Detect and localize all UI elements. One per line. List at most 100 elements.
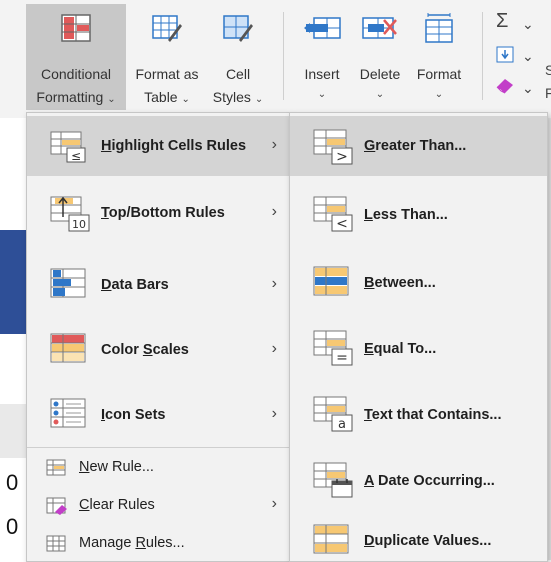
text-contains-icon: a	[313, 396, 353, 432]
svg-text:a: a	[338, 417, 346, 432]
manage-rules-icon	[46, 535, 66, 552]
find-select-partial-label: F	[545, 85, 551, 101]
less-than-icon: <	[313, 196, 353, 232]
menu-item-label: lear Rules	[89, 497, 155, 513]
submenu-item-label-accel: L	[364, 207, 373, 223]
chevron-down-icon[interactable]: ⌄	[522, 80, 534, 97]
delete-label: Delete	[359, 66, 401, 82]
menu-item-label: op/Bottom Rules	[108, 205, 225, 221]
submenu-item-label: etween...	[374, 275, 436, 291]
chevron-down-icon: ⌄	[107, 94, 116, 105]
fill-icon[interactable]	[496, 46, 516, 64]
icon-sets-icon	[50, 398, 86, 428]
chevron-right-icon: ›	[271, 275, 277, 292]
delete-button[interactable]: Delete ⌄	[352, 4, 408, 110]
ribbon: Conditional Formatting ⌄ Format as Table…	[0, 0, 551, 119]
menu-item-data-bars[interactable]: Data Bars ›	[27, 253, 289, 315]
autosum-icon[interactable]: Σ	[496, 10, 508, 33]
date-occurring-icon	[313, 462, 353, 498]
chevron-down-icon: ⌄	[375, 89, 385, 100]
greater-than-icon: >	[313, 129, 353, 165]
chevron-down-icon: ⌄	[434, 89, 444, 100]
submenu-item-label: Date Occurring...	[373, 473, 495, 489]
menu-item-new-rule[interactable]: New Rule...	[27, 451, 289, 485]
cell-styles-label-1: Cell	[225, 66, 251, 82]
chevron-right-icon: ›	[271, 340, 277, 357]
format-as-table-icon	[152, 15, 182, 42]
submenu-item-greater-than[interactable]: > Greater Than...	[290, 116, 547, 176]
menu-item-label-pre: Color	[101, 342, 143, 358]
chevron-right-icon: ›	[271, 136, 277, 153]
chevron-right-icon: ›	[271, 405, 277, 422]
format-as-table-label-1: Format as	[135, 66, 199, 82]
conditional-formatting-menu: ≤ Highlight Cells Rules › 10 Top/Bottom …	[26, 112, 290, 562]
menu-item-manage-rules[interactable]: Manage Rules...	[27, 527, 289, 561]
menu-item-color-scales[interactable]: Color Scales ›	[27, 318, 289, 380]
sheet-cell-value: 0	[6, 470, 19, 495]
new-rule-icon	[46, 459, 66, 476]
menu-item-label: con Sets	[105, 407, 166, 423]
menu-item-label-accel: S	[142, 342, 153, 358]
svg-text:10: 10	[72, 218, 86, 231]
svg-text:<: <	[336, 216, 348, 232]
chevron-down-icon: ⌄	[254, 94, 264, 105]
submenu-item-label: ext that Contains...	[371, 407, 502, 423]
menu-item-label-accel: R	[135, 535, 146, 551]
chevron-right-icon: ›	[271, 495, 277, 512]
chevron-down-icon[interactable]: ⌄	[522, 48, 534, 65]
menu-item-label-accel: D	[101, 277, 112, 293]
insert-cells-icon	[304, 17, 341, 39]
submenu-item-duplicate-values[interactable]: Duplicate Values...	[290, 515, 547, 561]
format-label: Format	[416, 66, 462, 82]
highlight-cells-rules-icon: ≤	[50, 131, 86, 163]
cell-styles-label-2: Styles	[212, 89, 251, 105]
menu-item-label-accel: N	[79, 459, 90, 475]
menu-item-label: ata Bars	[111, 277, 169, 293]
menu-item-label: ighlight Cells Rules	[111, 138, 247, 154]
cell-styles-button[interactable]: Cell Styles ⌄	[206, 4, 270, 110]
chevron-down-icon: ⌄	[181, 94, 190, 105]
chevron-down-icon[interactable]: ⌄	[522, 16, 534, 33]
menu-item-label: ew Rule...	[89, 459, 154, 475]
insert-button[interactable]: Insert ⌄	[294, 4, 350, 110]
conditional-formatting-label-1: Conditional	[40, 66, 112, 82]
menu-item-top-bottom-rules[interactable]: 10 Top/Bottom Rules ›	[27, 183, 289, 245]
submenu-item-label-accel: T	[364, 407, 372, 423]
sheet-cell-value: 0	[6, 514, 19, 539]
submenu-item-equal-to[interactable]: = Equal To...	[290, 317, 547, 379]
submenu-item-label: qual To...	[373, 341, 437, 357]
submenu-item-label-accel: G	[364, 138, 376, 154]
top-bottom-rules-icon: 10	[50, 196, 90, 232]
submenu-item-label-accel: A	[364, 473, 374, 489]
cell-styles-icon	[223, 15, 253, 42]
menu-divider	[27, 447, 289, 448]
format-cells-icon	[425, 13, 453, 43]
submenu-item-date-occurring[interactable]: A Date Occurring...	[290, 449, 547, 511]
sort-filter-partial-label: S	[545, 62, 551, 78]
chevron-down-icon: ⌄	[317, 89, 327, 100]
clear-rules-icon	[46, 497, 67, 515]
menu-item-label-accel: C	[79, 497, 90, 513]
format-button[interactable]: Format ⌄	[410, 4, 468, 110]
format-as-table-label-2: Table	[144, 89, 178, 105]
chevron-right-icon: ›	[271, 203, 277, 220]
menu-item-icon-sets[interactable]: Icon Sets ›	[27, 383, 289, 445]
highlight-cells-rules-submenu: > Greater Than... < Less Than... Between…	[289, 112, 548, 562]
color-scales-icon	[50, 333, 86, 363]
clear-eraser-icon[interactable]	[494, 76, 516, 94]
submenu-item-text-that-contains[interactable]: a Text that Contains...	[290, 383, 547, 445]
delete-cells-icon	[362, 17, 397, 39]
sheet-cell-fill	[0, 404, 28, 458]
ribbon-separator	[283, 12, 284, 100]
submenu-item-between[interactable]: Between...	[290, 251, 547, 313]
between-icon	[313, 266, 349, 296]
submenu-item-less-than[interactable]: < Less Than...	[290, 183, 547, 245]
menu-item-label: cales	[152, 342, 189, 358]
format-as-table-button[interactable]: Format as Table ⌄	[128, 4, 206, 110]
menu-item-highlight-cells-rules[interactable]: ≤ Highlight Cells Rules ›	[27, 116, 289, 176]
conditional-formatting-button[interactable]: Conditional Formatting ⌄	[26, 4, 126, 110]
submenu-item-label: uplicate Values...	[374, 533, 492, 549]
data-bars-icon	[50, 268, 86, 298]
submenu-item-label-accel: D	[364, 533, 375, 549]
menu-item-clear-rules[interactable]: Clear Rules ›	[27, 489, 289, 523]
